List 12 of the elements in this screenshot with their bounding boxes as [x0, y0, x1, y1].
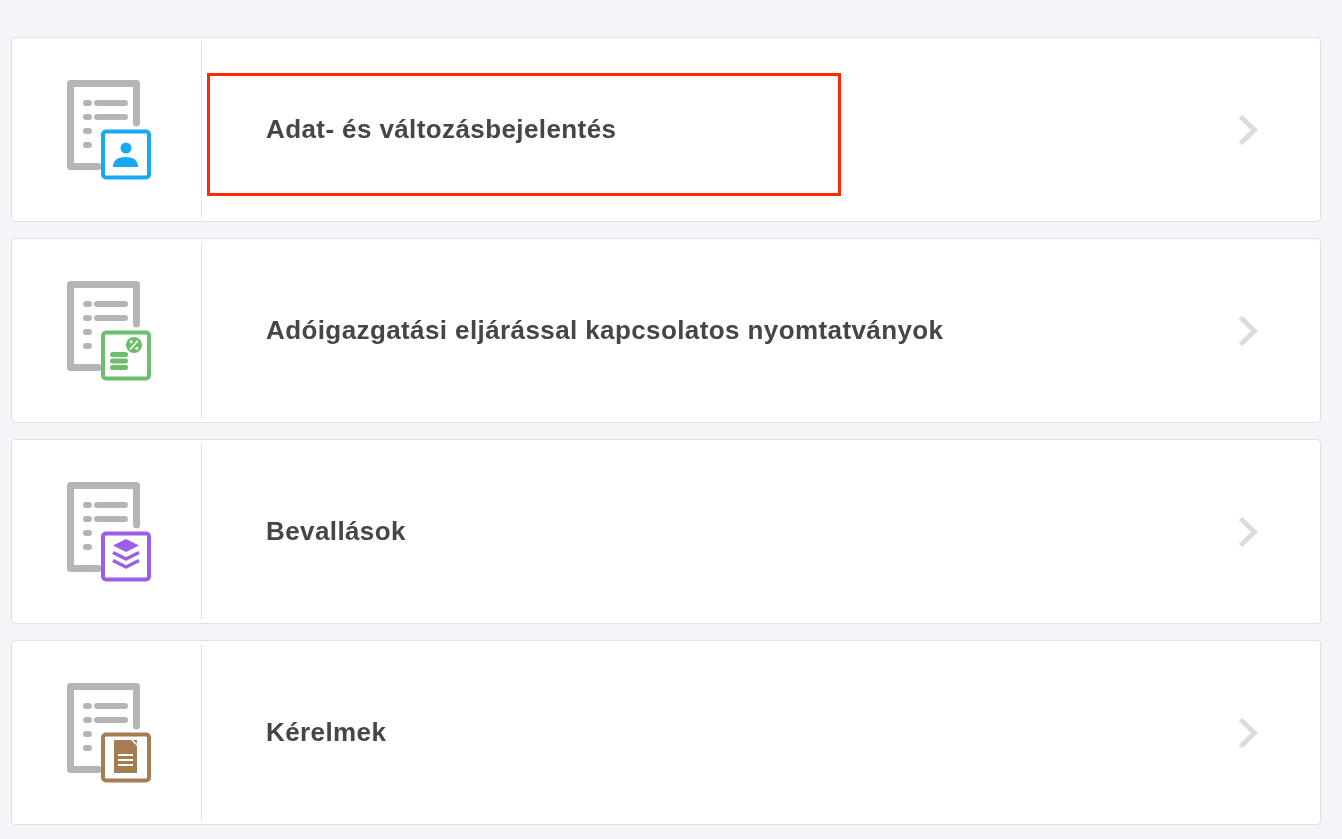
category-title: Kérelmek — [266, 717, 387, 747]
category-card[interactable]: Kérelmek — [11, 640, 1321, 825]
category-title: Adat- és változásbejelentés — [266, 114, 617, 144]
chevron-right-icon — [1238, 515, 1258, 548]
category-title: Adóigazgatási eljárással kapcsolatos nyomtatványok — [266, 315, 944, 345]
category-card[interactable]: Adat- és változásbejelentés — [11, 37, 1321, 222]
category-card[interactable]: Adóigazgatási eljárással kapcsolatos nyomtatványok — [11, 238, 1321, 423]
chevron-right-icon — [1238, 113, 1258, 146]
category-title: Bevallások — [266, 516, 406, 546]
category-card[interactable]: Bevallások — [11, 439, 1321, 624]
chevron-right-icon — [1238, 314, 1258, 347]
chevron-right-icon — [1238, 716, 1258, 749]
